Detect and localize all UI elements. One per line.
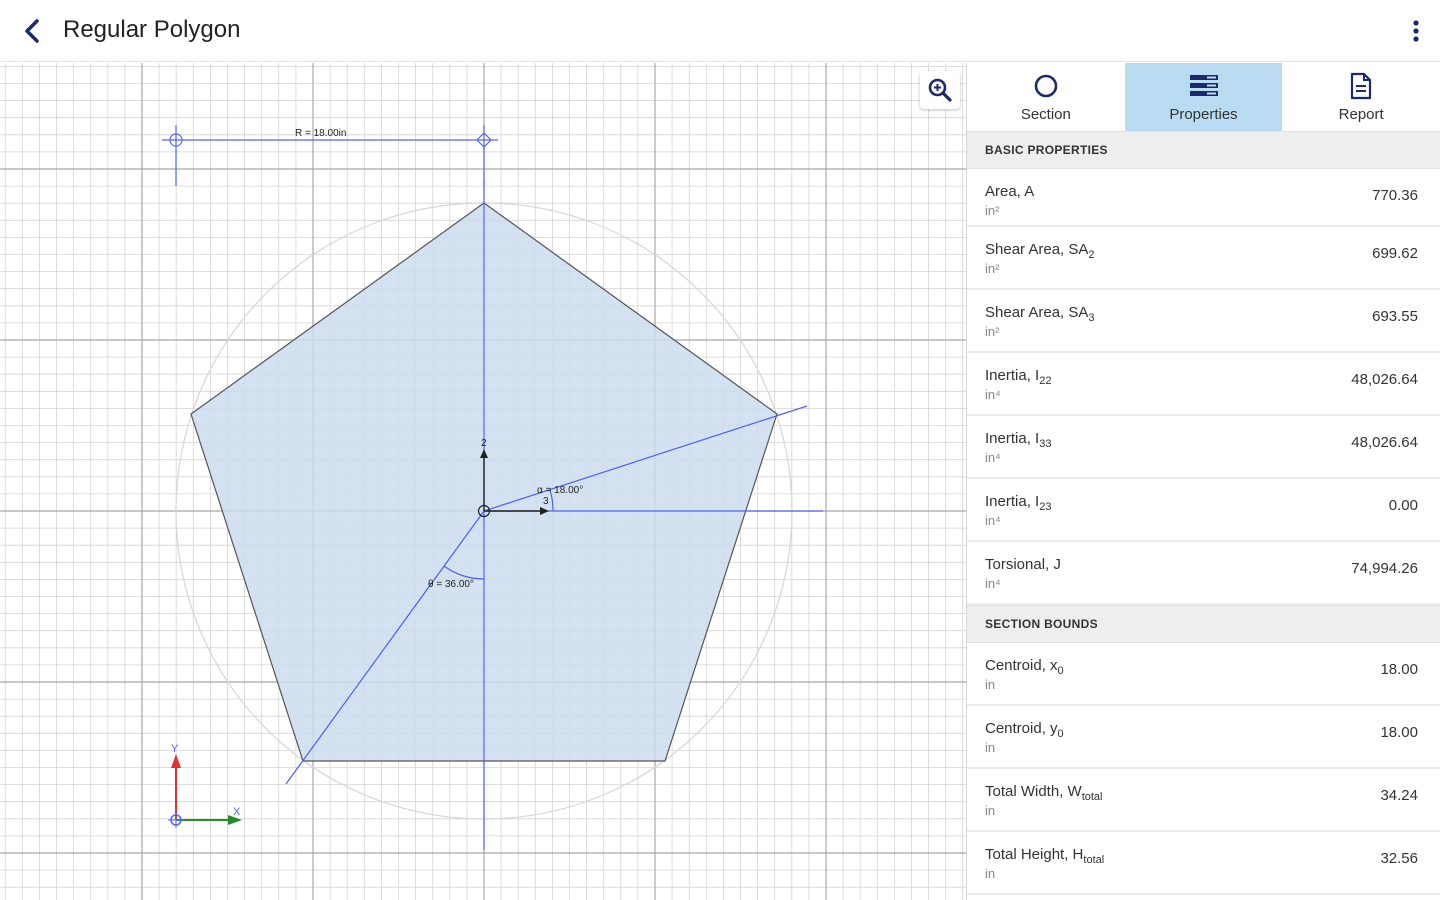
drawing-canvas[interactable]: 2 3 α = 18.00° θ = 36.00° R = 18.00in Y … [0,63,966,900]
property-unit: in⁴ [985,450,1001,465]
section-bounds-list: Centroid, x0 in 18.00 Centroid, y0 in 18.00 To… [967,643,1440,895]
property-name: Total Height, Htotal [985,846,1104,866]
more-vert-icon[interactable] [1406,16,1426,46]
property-name-subscript: total [1081,791,1103,803]
tab-properties[interactable]: Properties [1124,63,1283,131]
property-name: Area, A [985,183,1034,200]
basic-properties-list: Area, Ain² 770.36 Shear Area, SA2 in² 699.62… [967,169,1440,605]
property-name-text: Shear Area, SA [985,304,1089,321]
properties-panel: Section Properties Report BASIC PROPERTI… [966,63,1440,900]
property-unit: in⁴ [985,513,1001,528]
zoom-button[interactable] [920,71,960,109]
property-name-text: Shear Area, SA [985,241,1089,258]
property-name: Inertia, I22 [985,367,1051,387]
property-value: 0.00 [1388,497,1418,514]
property-unit: in [985,866,996,881]
property-name-subscript: 22 [1039,375,1052,387]
property-name: Inertia, I23 [985,493,1051,513]
property-row[interactable]: Torsional, J in⁴ 74,994.26 [967,542,1440,605]
property-name: Inertia, I33 [985,430,1051,450]
property-unit: in² [985,261,1000,276]
property-row[interactable]: Shear Area, SA3 in² 693.55 [967,290,1440,353]
property-value: 48,026.64 [1351,371,1418,388]
property-name-text: Centroid, x [985,657,1058,674]
property-name-subscript: 23 [1039,501,1052,513]
property-unit: in [985,740,996,755]
property-value: 48,026.64 [1351,434,1418,451]
property-name-subscript: total [1083,854,1105,866]
property-value: 18.00 [1380,661,1418,678]
global-y-arrowhead [171,754,181,768]
basic-properties-header: BASIC PROPERTIES [967,131,1440,169]
app-bar: Regular Polygon [0,0,1440,62]
back-arrow-icon[interactable] [18,15,50,47]
property-name-subscript: 0 [1057,728,1064,740]
property-row[interactable]: Total Height, Htotal in 32.56 [967,832,1440,895]
property-unit: in⁴ [985,387,1001,402]
property-unit: in² [985,203,1000,218]
property-name-text: Area, A [985,183,1035,200]
property-name: Total Width, Wtotal [985,783,1102,803]
property-name-text: Centroid, y [985,720,1058,737]
property-row[interactable]: Inertia, I33 in⁴ 48,026.64 [967,416,1440,479]
page-title: Regular Polygon [63,16,241,43]
property-name: Torsional, J [985,556,1061,573]
tab-section[interactable]: Section [967,63,1125,131]
property-name: Centroid, y0 [985,720,1064,740]
theta-label: θ = 36.00° [428,579,474,590]
property-name-subscript: 3 [1088,312,1095,324]
property-value: 34.24 [1380,787,1418,804]
property-name: Shear Area, SA3 [985,304,1095,324]
property-name-subscript: 2 [1088,249,1095,261]
properties-icon [1189,72,1219,100]
circle-icon [1031,72,1061,100]
axis-2-label: 2 [481,438,487,449]
property-row[interactable]: Centroid, x0 in 18.00 [967,643,1440,706]
property-row[interactable]: Inertia, I23 in⁴ 0.00 [967,479,1440,542]
property-name-text: Inertia, I [985,367,1040,384]
tab-report-label: Report [1338,105,1384,123]
zoom-in-icon [928,78,952,102]
axis-3-label: 3 [543,496,549,507]
property-name-text: Inertia, I [985,430,1040,447]
property-row[interactable]: Shear Area, SA2 in² 699.62 [967,227,1440,290]
property-name-text: Inertia, I [985,493,1040,510]
global-y-label: Y [171,743,179,755]
property-name-text: Total Height, H [985,846,1084,863]
property-name-subscript: 33 [1039,438,1052,450]
alpha-label: α = 18.00° [537,485,583,496]
property-row[interactable]: Inertia, I22 in⁴ 48,026.64 [967,353,1440,416]
tab-properties-label: Properties [1169,105,1238,123]
section-bounds-header: SECTION BOUNDS [967,605,1440,643]
property-name: Shear Area, SA2 [985,241,1095,261]
property-name-text: Torsional, J [985,556,1061,573]
property-unit: in [985,677,996,692]
property-name: Centroid, x0 [985,657,1064,677]
property-unit: in [985,803,996,818]
property-value: 74,994.26 [1351,560,1418,577]
property-value: 18.00 [1380,724,1418,741]
tab-section-label: Section [1020,105,1071,123]
property-unit: in² [985,324,1000,339]
property-name-text: Total Width, W [985,783,1082,800]
tab-report[interactable]: Report [1282,63,1440,131]
property-row[interactable]: Centroid, y0 in 18.00 [967,706,1440,769]
property-row[interactable]: Total Width, Wtotal in 34.24 [967,769,1440,832]
property-value: 699.62 [1372,245,1418,262]
report-icon [1346,72,1376,100]
property-value: 770.36 [1372,187,1418,204]
property-name-subscript: 0 [1057,665,1064,677]
radius-label: R = 18.00in [295,128,346,139]
property-row[interactable]: Area, A in² 770.36 [967,169,1440,227]
property-unit: in⁴ [985,576,1001,591]
tab-bar: Section Properties Report [967,63,1440,131]
property-value: 693.55 [1372,308,1418,325]
global-x-label: X [233,806,241,818]
property-value: 32.56 [1380,850,1418,867]
